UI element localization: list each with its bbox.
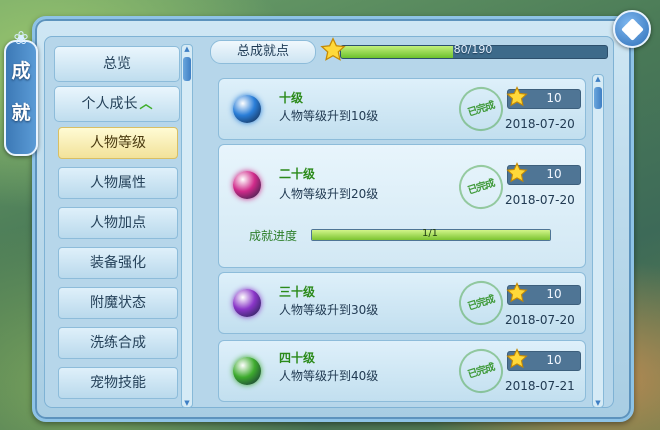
points-value: 10 xyxy=(546,167,562,181)
achievement-points: 10 xyxy=(506,162,581,185)
completed-stamp: 已完成 xyxy=(453,159,509,215)
points-value: 10 xyxy=(546,287,562,301)
sidebar-item-refine-synthesis[interactable]: 洗练合成 xyxy=(58,327,178,359)
progress-text: 1/1 xyxy=(421,228,439,239)
sidebar-item-character-attributes[interactable]: 人物属性 xyxy=(58,167,178,199)
sidebar-item-pet-skills[interactable]: 宠物技能 xyxy=(58,367,178,399)
achievement-title: 四十级 xyxy=(279,351,316,365)
sidebar-item-overview[interactable]: 总览 xyxy=(54,46,180,82)
star-icon xyxy=(506,348,528,369)
points-value: 10 xyxy=(546,91,562,105)
star-icon xyxy=(320,37,346,61)
points-value: 10 xyxy=(546,353,562,367)
completed-stamp: 已完成 xyxy=(453,81,509,137)
star-icon xyxy=(506,282,528,303)
completed-stamp: 已完成 xyxy=(453,343,509,399)
completed-stamp: 已完成 xyxy=(453,275,509,331)
achievement-card[interactable]: 二十级 人物等级升到20级 已完成 10 2018-07-20 成就进度 1/1 xyxy=(218,144,586,268)
scroll-up-icon[interactable]: ▲ xyxy=(593,75,603,83)
window-title-tab: ❀ 成 就 xyxy=(4,28,38,156)
achievement-card[interactable]: 三十级 人物等级升到30级 已完成 10 2018-07-20 xyxy=(218,272,586,334)
purple-orb-icon xyxy=(233,289,261,317)
star-icon xyxy=(506,162,528,183)
progress-label: 成就进度 xyxy=(249,229,298,243)
achievement-date: 2018-07-20 xyxy=(505,313,575,327)
close-button[interactable] xyxy=(613,10,651,48)
title-char-1: 成 xyxy=(11,60,31,82)
achievement-date: 2018-07-20 xyxy=(505,117,575,131)
achievement-points: 10 xyxy=(506,282,581,305)
achievement-card[interactable]: 十级 人物等级升到10级 已完成 10 2018-07-20 xyxy=(218,78,586,140)
achievement-points: 10 xyxy=(506,348,581,371)
magenta-orb-icon xyxy=(233,171,261,199)
achievement-date: 2018-07-20 xyxy=(505,193,575,207)
sidebar-scrollbar[interactable]: ▲ ▼ xyxy=(181,44,193,408)
sidebar-item-character-level[interactable]: 人物等级 xyxy=(58,127,178,159)
scroll-down-icon[interactable]: ▼ xyxy=(593,399,603,407)
achievement-date: 2018-07-21 xyxy=(505,379,575,393)
achievement-title: 十级 xyxy=(279,91,304,105)
achievement-title: 二十级 xyxy=(279,167,316,181)
achievement-desc: 人物等级升到20级 xyxy=(279,187,379,201)
sidebar-item-enchant-status[interactable]: 附魔状态 xyxy=(58,287,178,319)
scroll-down-icon[interactable]: ▼ xyxy=(182,399,192,407)
sidebar-scroll-thumb[interactable] xyxy=(183,57,191,81)
achievement-desc: 人物等级升到30级 xyxy=(279,303,379,317)
sidebar-growth-label: 个人成长 xyxy=(81,96,138,112)
blue-orb-icon xyxy=(233,95,261,123)
list-scrollbar[interactable]: ▲ ▼ xyxy=(592,74,604,408)
lotus-icon: ❀ xyxy=(13,28,29,49)
sidebar-item-growth[interactable]: 个人成长 ︿ xyxy=(54,86,180,122)
achievement-desc: 人物等级升到40级 xyxy=(279,369,379,383)
total-points-label: 总成就点 xyxy=(210,40,316,64)
achievement-card[interactable]: 四十级 人物等级升到40级 已完成 10 2018-07-21 xyxy=(218,340,586,402)
sidebar-item-character-points[interactable]: 人物加点 xyxy=(58,207,178,239)
sidebar-item-equipment-enhance[interactable]: 装备强化 xyxy=(58,247,178,279)
list-scroll-thumb[interactable] xyxy=(594,87,602,109)
chevron-up-icon: ︿ xyxy=(139,97,153,112)
achievement-list: 十级 人物等级升到10级 已完成 10 2018-07-20 二十级 人物等级升… xyxy=(214,72,590,406)
green-orb-icon xyxy=(233,357,261,385)
total-points-text: 80/190 xyxy=(453,43,493,56)
category-sidebar: 总览 个人成长 ︿ 人物等级 人物属性 人物加点 装备强化 附魔状态 洗练合成 宠… xyxy=(50,40,194,406)
achievement-points: 10 xyxy=(506,86,581,109)
scroll-up-icon[interactable]: ▲ xyxy=(182,45,192,53)
title-char-2: 就 xyxy=(11,102,31,124)
achievement-desc: 人物等级升到10级 xyxy=(279,109,379,123)
achievement-title: 三十级 xyxy=(279,285,316,299)
star-icon xyxy=(506,86,528,107)
